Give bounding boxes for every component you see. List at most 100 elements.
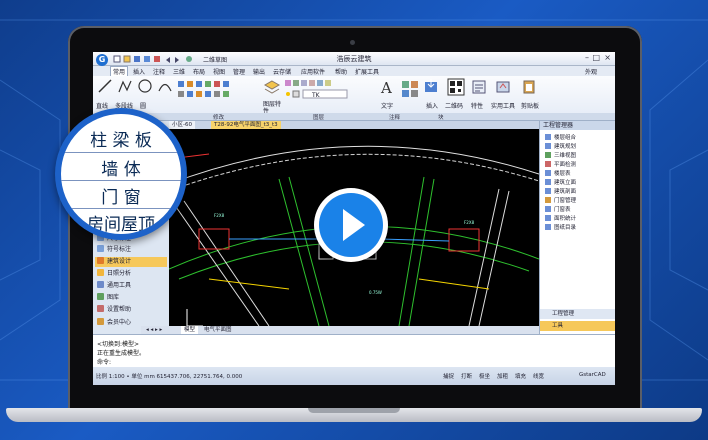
rp-item-elevation[interactable]: 建筑立面	[540, 179, 615, 188]
group-label-layer: 图层	[313, 115, 325, 121]
project-manager-header: 工程管理器	[540, 121, 615, 130]
floor-icon	[545, 134, 551, 140]
svg-text:A: A	[380, 79, 392, 96]
left-item-general-tools[interactable]: 通用工具	[95, 281, 167, 291]
rp-item-planning[interactable]: 建筑规划	[540, 143, 615, 152]
menu-item-extensions[interactable]: 扩展工具	[355, 67, 379, 76]
rp-tab-tools[interactable]: 工具	[540, 321, 615, 331]
toggle-lineweight[interactable]: 线宽	[533, 372, 544, 380]
rp-tab-project[interactable]: 工程管理	[540, 309, 615, 319]
tab-nav-arrows[interactable]: ◂ ◂ ▸ ▸	[143, 326, 165, 334]
svg-text:F2X8: F2X8	[464, 220, 475, 225]
rp-item-door-window[interactable]: 门窗管理	[540, 197, 615, 206]
ribbon-label-clipboard: 剪贴板	[521, 103, 540, 110]
menu-item-layout[interactable]: 布局	[193, 67, 205, 76]
doc-tab-2[interactable]: T28-92电气平面图_t3_t3	[211, 121, 281, 129]
skin-selector[interactable]: 外观	[585, 67, 597, 76]
rp-item-area-stats[interactable]: 面积统计	[540, 215, 615, 224]
camera-dot	[350, 40, 355, 45]
command-history-1: <切换到:模型>	[97, 341, 140, 348]
menu-item-help[interactable]: 帮助	[335, 67, 347, 76]
rp-item-floor-combine[interactable]: 楼层组合	[540, 134, 615, 143]
polyline-icon[interactable]	[117, 78, 133, 94]
rp-item-section[interactable]: 建筑剖面	[540, 188, 615, 197]
magnifier-divider	[61, 180, 181, 181]
laptop-notch	[308, 408, 400, 413]
left-item-sunlight[interactable]: 日照分析	[95, 269, 167, 279]
menu-item-output[interactable]: 输出	[253, 67, 265, 76]
line-icon[interactable]	[97, 78, 113, 94]
annotation-tools-icon[interactable]	[401, 80, 421, 98]
cube-icon	[545, 152, 551, 158]
area-icon	[545, 215, 551, 221]
arc-icon[interactable]	[157, 78, 173, 94]
maximize-button[interactable]: □	[592, 53, 600, 62]
left-item-symbol[interactable]: 符号标注	[95, 245, 167, 255]
left-item-architecture[interactable]: 建筑设计	[95, 257, 167, 267]
member-icon	[97, 318, 104, 325]
rp-item-3d-view[interactable]: 三维视图	[540, 152, 615, 161]
magnifier-row-wall: 墙 体	[101, 160, 141, 180]
ribbon-label-properties: 特性	[471, 103, 484, 110]
left-item-library[interactable]: 图库	[95, 293, 167, 303]
modify-tools-icon[interactable]	[177, 80, 237, 100]
document-tabs: 小区-60 T28-92电气平面图_t3_t3	[169, 121, 539, 129]
menu-item-insert[interactable]: 插入	[133, 67, 145, 76]
svg-text:0.75W: 0.75W	[369, 290, 382, 295]
menu-item-annotate[interactable]: 注释	[153, 67, 165, 76]
project-manager-panel: 工程管理器 楼层组合 建筑规划 三维视图 平面检测 楼层表 建筑立面 建筑剖面 …	[539, 121, 615, 334]
menu-item-apps[interactable]: 应用软件	[301, 67, 325, 76]
section-icon	[545, 188, 551, 194]
rp-item-plan-check[interactable]: 平面检测	[540, 161, 615, 170]
magnifier-row-room-roof: 房间屋顶	[87, 215, 155, 234]
group-label-block: 块	[438, 115, 444, 121]
tab-layout[interactable]: 电气平面图	[201, 326, 235, 334]
menu-item-cloud[interactable]: 云存储	[273, 67, 291, 76]
play-icon	[343, 209, 365, 241]
layers-icon[interactable]	[263, 79, 281, 97]
title-bar: G 二维草图 浩辰云建筑 – □ ×	[93, 52, 615, 66]
tab-model[interactable]: 模型	[181, 326, 199, 334]
rp-item-floor-table[interactable]: 楼层表	[540, 170, 615, 179]
toggle-bold[interactable]: 加粗	[497, 372, 508, 380]
elevation-icon	[545, 179, 551, 185]
plan-icon	[545, 143, 551, 149]
left-item-settings-help[interactable]: 设置帮助	[95, 305, 167, 315]
ribbon-label-circle: 圆	[140, 103, 147, 110]
group-label-annotate: 注释	[389, 115, 401, 121]
toggle-snap[interactable]: 捕捉	[443, 372, 454, 380]
rp-item-drawing-index[interactable]: 图纸目录	[540, 224, 615, 233]
qrcode-icon[interactable]	[447, 78, 465, 96]
utilities-icon[interactable]	[495, 79, 511, 95]
insert-block-icon[interactable]	[423, 78, 441, 96]
command-line[interactable]: <切换到:模型> 正在重生成模型。 命令:	[93, 334, 615, 368]
magnifier-divider	[61, 152, 181, 153]
menu-item-common[interactable]: 常用	[110, 66, 129, 76]
ribbon-group-bar	[93, 113, 615, 120]
layer-controls[interactable]	[285, 80, 375, 100]
toggle-fill[interactable]: 填充	[515, 372, 526, 380]
command-prompt: 命令:	[97, 359, 112, 366]
current-layer[interactable]: TK	[312, 92, 320, 99]
architecture-icon	[97, 257, 104, 264]
menu-bar: 常用 插入 注释 三维 布局 视图 管理 输出 云存储 应用软件 帮助 扩展工具…	[93, 66, 615, 76]
table-icon	[545, 170, 551, 176]
clipboard-icon[interactable]	[521, 79, 537, 95]
sun-icon	[97, 269, 104, 276]
minimize-button[interactable]: –	[585, 53, 589, 62]
toggle-break[interactable]: 打断	[461, 372, 472, 380]
table-icon	[545, 206, 551, 212]
toggle-polar[interactable]: 极坐	[479, 372, 490, 380]
properties-icon[interactable]	[471, 79, 487, 95]
status-coordinates: 比例 1:100 • 单位 mm 615437.706, 22751.764, …	[96, 374, 243, 380]
text-icon[interactable]: A	[378, 78, 396, 96]
play-button[interactable]	[314, 188, 388, 262]
close-button[interactable]: ×	[604, 53, 611, 62]
rp-item-door-table[interactable]: 门窗表	[540, 206, 615, 215]
circle-icon[interactable]	[137, 78, 153, 94]
menu-item-manage[interactable]: 管理	[233, 67, 245, 76]
menu-item-3d[interactable]: 三维	[173, 67, 185, 76]
menu-item-view[interactable]: 视图	[213, 67, 225, 76]
ribbon-label-qrcode: 二维码	[445, 103, 464, 110]
magnifier-divider	[61, 208, 181, 209]
